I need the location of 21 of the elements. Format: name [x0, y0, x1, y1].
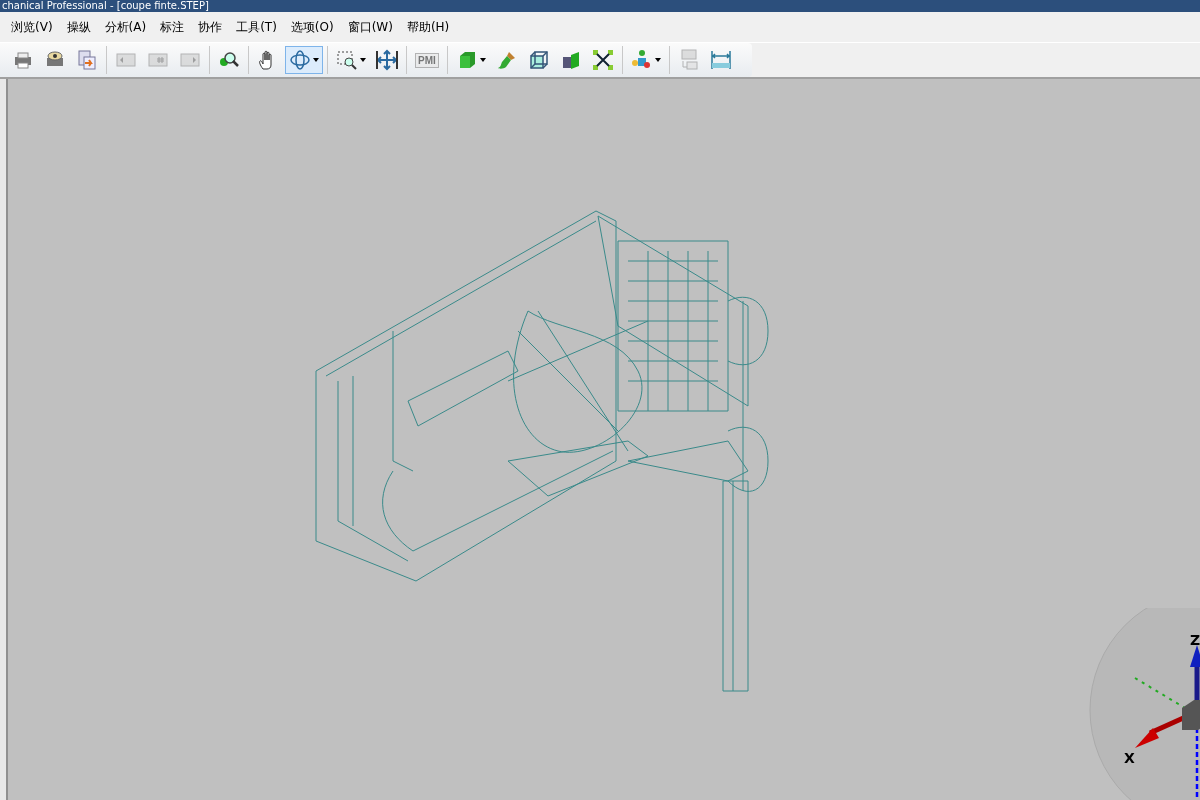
assembly-icon — [630, 49, 653, 71]
menu-item[interactable]: 选项(O) — [283, 18, 341, 36]
document-arrow-icon — [76, 49, 98, 71]
wireframe-cube-icon — [527, 49, 550, 71]
pmi-label: PMI — [415, 52, 439, 68]
z-axis-label: Z — [1190, 632, 1200, 648]
menu-item[interactable]: 工具(T) — [229, 18, 284, 36]
menu-item[interactable]: 帮助(H) — [399, 18, 457, 36]
menu-item[interactable]: 分析(A) — [97, 18, 154, 36]
window-title: chanical Professional - [coupe finte.STEP] — [0, 0, 1200, 12]
menu-item[interactable]: 协作 — [191, 18, 230, 36]
printer-icon — [12, 49, 34, 71]
ruler-dimension-icon — [709, 49, 732, 71]
x-axis-label: X — [1124, 750, 1135, 766]
menu-item[interactable]: 操纵 — [59, 18, 98, 36]
rotate-icon — [289, 49, 311, 71]
move-arrows-icon — [376, 49, 398, 71]
menu-item[interactable]: 窗口(W) — [340, 18, 400, 36]
menu-item[interactable]: 标注 — [153, 18, 192, 36]
zoom-box-icon — [336, 49, 358, 71]
menu-item[interactable]: 浏览(V) — [4, 18, 60, 36]
